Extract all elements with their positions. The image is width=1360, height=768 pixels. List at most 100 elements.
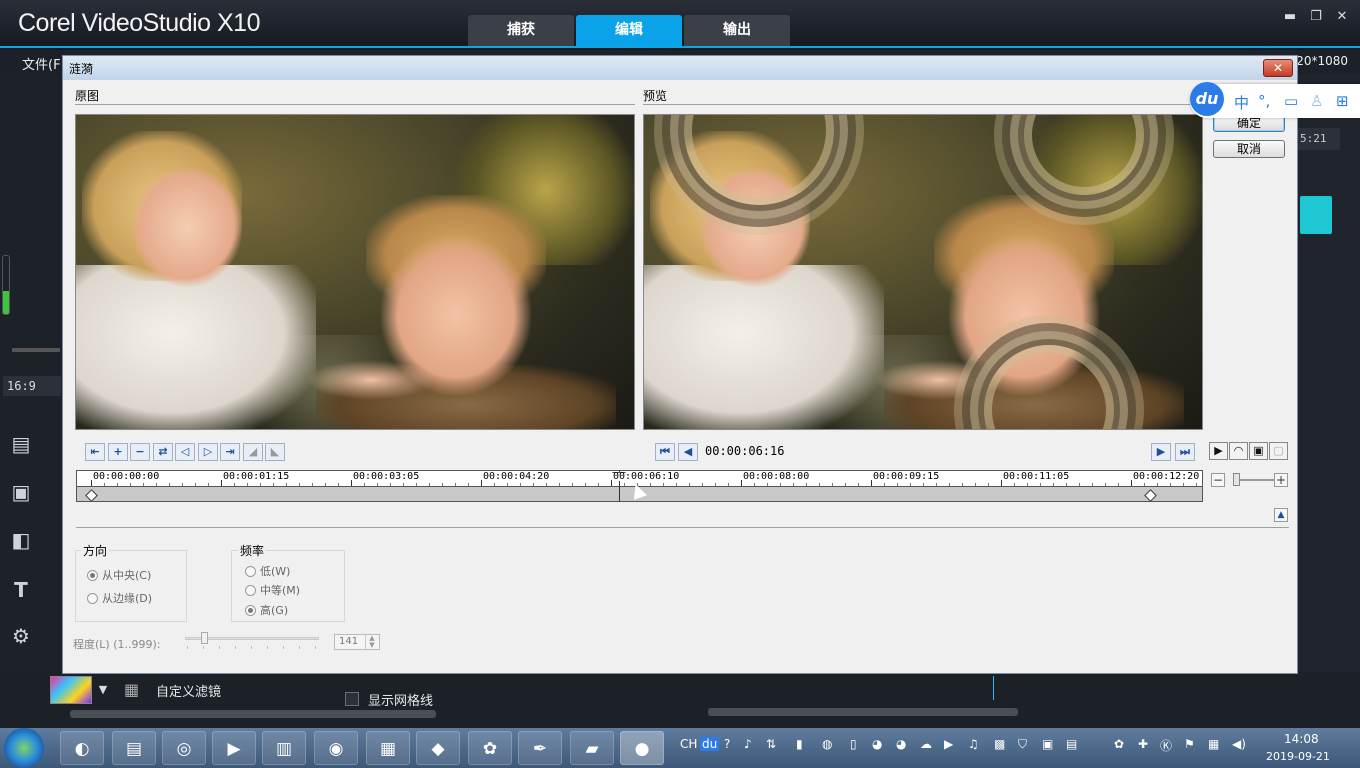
- close-icon[interactable]: ✕: [1332, 8, 1352, 26]
- reverse-keyframes-icon[interactable]: ⇄: [153, 443, 173, 461]
- delete-keyframe-icon[interactable]: −: [130, 443, 150, 461]
- previous-frame-icon[interactable]: ◀: [678, 443, 698, 461]
- taskbar-app-pen[interactable]: ✒: [518, 731, 562, 765]
- direction-center-option[interactable]: 从中央(C): [87, 567, 151, 583]
- radio-button[interactable]: [245, 604, 256, 616]
- punctuation-icon[interactable]: °,: [1258, 92, 1270, 110]
- taskbar-app-notes[interactable]: ▰: [570, 731, 614, 765]
- user-icon[interactable]: ♙: [1310, 92, 1323, 110]
- taskbar-app-file-explorer[interactable]: ▥: [262, 731, 306, 765]
- skin-icon[interactable]: ▭: [1284, 92, 1298, 110]
- frequency-low-option[interactable]: 低(W): [245, 563, 290, 579]
- next-frame-icon[interactable]: ▶: [1151, 443, 1171, 461]
- go-start-icon[interactable]: ⏮: [655, 443, 675, 461]
- degree-slider-thumb[interactable]: [201, 632, 208, 644]
- speaker-icon[interactable]: ◀): [1232, 737, 1246, 751]
- radio-button[interactable]: [87, 592, 98, 604]
- media-icon[interactable]: ▤: [6, 430, 36, 458]
- instant-project-icon[interactable]: ▣: [6, 478, 36, 506]
- tray-play-icon[interactable]: ▶: [944, 737, 953, 751]
- taskbar-app-browser[interactable]: ◎: [162, 731, 206, 765]
- library-scrollbar[interactable]: [70, 710, 436, 718]
- play-icon[interactable]: ▶: [1209, 442, 1228, 460]
- zoom-in-icon[interactable]: +: [1274, 473, 1288, 487]
- taskbar-app-editor[interactable]: ◆: [416, 731, 460, 765]
- paste-keyframe-icon[interactable]: ◣: [265, 443, 285, 461]
- tray-app-icon[interactable]: ▣: [1042, 737, 1053, 751]
- cancel-button[interactable]: 取消: [1213, 140, 1285, 158]
- fade-out-icon[interactable]: ▷: [198, 443, 218, 461]
- timeline-scrollbar[interactable]: [708, 708, 1018, 716]
- dialog-close-button[interactable]: ✕: [1263, 59, 1293, 77]
- collapse-icon[interactable]: ▲: [1274, 508, 1288, 522]
- zoom-slider-thumb[interactable]: [1233, 473, 1240, 486]
- tray-mic-icon[interactable]: ♪: [744, 737, 752, 751]
- tray-help-icon[interactable]: ?: [724, 737, 730, 751]
- tray-security-icon[interactable]: ✚: [1138, 737, 1148, 751]
- zoom-out-icon[interactable]: −: [1211, 473, 1225, 487]
- tray-qq-icon[interactable]: ◕: [872, 737, 882, 751]
- grid-menu-icon[interactable]: ⊞: [1336, 92, 1349, 110]
- tray-bell-icon[interactable]: ♫: [968, 737, 979, 751]
- degree-spinner[interactable]: ▲ ▼: [365, 635, 378, 649]
- aspect-ratio-select[interactable]: 16:9: [3, 376, 61, 396]
- fade-in-icon[interactable]: ◁: [175, 443, 195, 461]
- tray-baidu-ime-icon[interactable]: du: [700, 737, 720, 751]
- loop-icon[interactable]: ◠: [1229, 442, 1248, 460]
- go-end-icon[interactable]: ⏭: [1175, 443, 1195, 461]
- title-icon[interactable]: T: [6, 576, 36, 604]
- radio-button[interactable]: [245, 584, 256, 596]
- frequency-medium-option[interactable]: 中等(M): [245, 582, 300, 598]
- taskbar-app-media[interactable]: ▶: [212, 731, 256, 765]
- minimize-icon[interactable]: ▬: [1280, 8, 1300, 26]
- tray-flag-icon[interactable]: ⚑: [1184, 737, 1195, 751]
- output-icon[interactable]: ▢: [1269, 442, 1288, 460]
- show-grid-checkbox[interactable]: [345, 692, 359, 706]
- tray-cloud-icon[interactable]: ☁: [920, 737, 932, 751]
- tray-wechat-icon[interactable]: ◍: [822, 737, 832, 751]
- tab-capture[interactable]: 捕获: [468, 15, 574, 46]
- direction-edge-option[interactable]: 从边缘(D): [87, 590, 152, 606]
- taskbar-app-cloud[interactable]: ✿: [468, 731, 512, 765]
- clock-time[interactable]: 14:08: [1284, 732, 1319, 746]
- start-button[interactable]: [4, 728, 44, 768]
- tray-green-icon[interactable]: ▤: [1066, 737, 1077, 751]
- tab-edit[interactable]: 编辑: [576, 15, 682, 46]
- tray-nvidia-icon[interactable]: ▩: [994, 737, 1005, 751]
- tray-shield-icon[interactable]: ⛉: [1018, 737, 1027, 752]
- taskbar-app-jpg-viewer[interactable]: ▤: [112, 731, 156, 765]
- chevron-down-icon[interactable]: ▼: [94, 676, 112, 704]
- copy-keyframe-icon[interactable]: ◢: [243, 443, 263, 461]
- tray-language[interactable]: CH: [680, 737, 697, 751]
- tray-k-icon[interactable]: Ⓚ: [1160, 737, 1172, 754]
- taskbar-app-monitor[interactable]: ▦: [366, 731, 410, 765]
- transition-icon[interactable]: ◧: [6, 526, 36, 554]
- clock-date[interactable]: 2019-09-21: [1266, 750, 1330, 763]
- library-thumbnail[interactable]: [1300, 196, 1332, 234]
- frequency-high-option[interactable]: 高(G): [245, 602, 288, 618]
- custom-filter-label[interactable]: 自定义滤镜: [156, 681, 221, 700]
- tray-network-app-icon[interactable]: ✿: [1114, 737, 1124, 751]
- tab-share[interactable]: 输出: [684, 15, 790, 46]
- tray-battery-icon[interactable]: ▮: [796, 737, 803, 751]
- restore-icon[interactable]: ❐: [1306, 8, 1326, 26]
- tray-usb-icon[interactable]: ▯: [850, 737, 857, 751]
- radio-button[interactable]: [87, 569, 98, 581]
- taskbar-app-pinned[interactable]: ◐: [60, 731, 104, 765]
- tray-expand-icon[interactable]: ⇅: [766, 737, 776, 751]
- taskbar-app-videostudio[interactable]: ●: [620, 731, 664, 765]
- ime-chinese-mode[interactable]: 中: [1234, 92, 1249, 113]
- next-keyframe-icon[interactable]: ⇥: [220, 443, 240, 461]
- tray-network-icon[interactable]: ▦: [1208, 737, 1219, 751]
- reset-to-default-icon[interactable]: ⇤: [85, 443, 105, 461]
- filter-thumbnail[interactable]: [50, 676, 92, 704]
- custom-filter-icon[interactable]: ▦: [124, 680, 150, 700]
- taskbar-app-chrome[interactable]: ◉: [314, 731, 358, 765]
- preview-device-icon[interactable]: ▣: [1249, 442, 1268, 460]
- menu-file[interactable]: 文件(F: [22, 54, 61, 73]
- tray-qq2-icon[interactable]: ◕: [896, 737, 906, 751]
- add-keyframe-icon[interactable]: +: [108, 443, 128, 461]
- baidu-ime-logo[interactable]: du: [1190, 82, 1224, 116]
- scrub-bar[interactable]: [12, 348, 60, 352]
- radio-button[interactable]: [245, 565, 256, 577]
